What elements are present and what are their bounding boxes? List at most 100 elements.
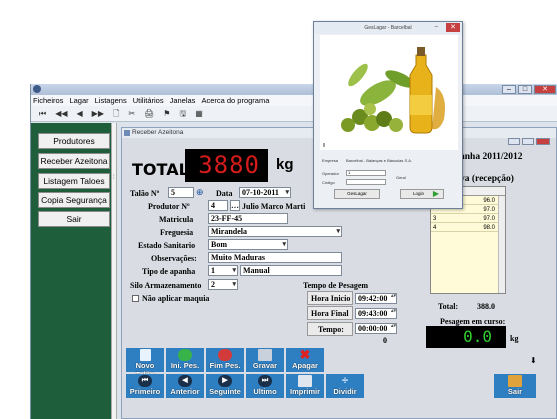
splitter[interactable]: ⁞	[111, 123, 117, 419]
estado-label: Estado Sanitario	[138, 241, 196, 250]
unit-label: kg	[276, 156, 294, 173]
tempo-pesagem-label: Tempo de Pesagem	[303, 281, 369, 290]
nav-produtores-button[interactable]: Produtores	[38, 133, 110, 149]
hora-final-field[interactable]: 09:43:00	[355, 308, 397, 319]
child-close-button[interactable]	[536, 138, 550, 145]
hora-inicio-field[interactable]: 09:42:00	[355, 293, 397, 304]
fim-pes-button[interactable]: Fim Pes.	[206, 348, 244, 372]
matricula-label: Matricula	[159, 215, 194, 224]
pesagem-unit: kg	[510, 334, 519, 343]
grid-scrollbar[interactable]	[498, 196, 505, 293]
grid-icon[interactable]: ▦	[195, 106, 203, 121]
left-nav: Produtores Receber Azeitona Listagem Tal…	[31, 123, 111, 419]
tempo-duracao-label: Tempo:	[318, 325, 344, 334]
cut-icon[interactable]: ✂	[128, 106, 135, 121]
menu-janelas[interactable]: Janelas	[170, 95, 196, 106]
nav-listagem-taloes-button[interactable]: Listagem Taloes	[38, 173, 110, 189]
operador-field[interactable]: 1	[346, 170, 386, 176]
empresa-label: Empresa	[322, 158, 339, 163]
row-value: 97.0	[483, 207, 495, 213]
dividir-label: Dividir	[333, 387, 357, 396]
new-document-icon	[139, 349, 151, 361]
first-icon: ⏮	[138, 375, 152, 387]
tempo-zero: 0	[383, 336, 387, 345]
last-record-icon[interactable]: ▶▶	[92, 106, 104, 121]
printer-icon	[298, 375, 312, 387]
ultimo-label: Ultimo	[253, 387, 277, 396]
seguinte-button[interactable]: ▶ Seguinte	[206, 374, 244, 398]
apagar-label: Apagar	[292, 361, 318, 370]
row-value: 98.0	[483, 225, 495, 231]
menu-acerca[interactable]: Acerca do programa	[201, 95, 269, 106]
data-field[interactable]: 07-10-2011	[239, 187, 291, 198]
produtor-field[interactable]: 4	[208, 200, 228, 211]
geslagar-button[interactable]: GesLagar	[334, 189, 380, 199]
login-label: Login	[413, 191, 425, 196]
ini-pes-button[interactable]: Ini. Pes.	[166, 348, 204, 372]
dialog-minimize-button[interactable]: –	[435, 23, 438, 32]
nav-sair-button[interactable]: Sair	[38, 211, 110, 227]
table-row[interactable]: 3 97.0	[431, 215, 505, 223]
talao-label: Talão Nº	[130, 189, 160, 198]
produtor-lookup-button[interactable]: …	[230, 200, 240, 211]
apagar-button[interactable]: ✖ Apagar	[286, 348, 324, 372]
start-weighing-icon	[178, 349, 192, 361]
tipo-apanha-select[interactable]: 1	[208, 265, 238, 276]
nav-copia-seguranca-button[interactable]: Copia Segurança	[38, 192, 110, 208]
menu-ficheiros[interactable]: Ficheiros	[33, 95, 63, 106]
flag-icon[interactable]: ⚑	[163, 106, 170, 121]
recepcao-label: va (recepção)	[460, 174, 514, 184]
codigo-field[interactable]	[346, 179, 386, 185]
login-dialog: GesLagar - Barcelbal – ✕ Empresa Barcelb…	[313, 21, 463, 209]
geral-label: Geral	[396, 175, 406, 180]
nao-aplicar-label: Não aplicar maquia	[142, 294, 210, 303]
previous-record-icon[interactable]: ◀	[77, 106, 83, 121]
talao-field[interactable]: 5	[168, 187, 194, 198]
nao-aplicar-checkbox[interactable]	[132, 295, 139, 302]
close-button[interactable]: ✕	[534, 85, 556, 94]
child-minimize-button[interactable]	[508, 138, 520, 145]
dialog-close-button[interactable]: ✕	[446, 23, 460, 32]
gravar-label: Gravar	[252, 361, 278, 370]
ultimo-button[interactable]: ⏭ Ultimo	[246, 374, 284, 398]
olive-oil-illustration	[323, 47, 445, 147]
estado-select[interactable]: Bom	[208, 239, 288, 250]
first-record-icon[interactable]: ⏮	[39, 106, 46, 121]
exit-door-icon	[508, 375, 522, 387]
sair-button[interactable]: Sair	[494, 374, 536, 398]
print-icon[interactable]: 🖨	[144, 106, 154, 121]
dividir-button[interactable]: ÷ Dividir	[326, 374, 364, 398]
save-icon[interactable]: 🖫	[179, 106, 186, 121]
anterior-button[interactable]: ◀ Anterior	[166, 374, 204, 398]
gravar-button[interactable]: Gravar	[246, 348, 284, 372]
login-button[interactable]: Login ▶	[400, 189, 444, 199]
menu-listagens[interactable]: Listagens	[95, 95, 127, 106]
imprimir-button[interactable]: Imprimir	[286, 374, 324, 398]
freguesia-select[interactable]: Mirandela	[208, 226, 342, 237]
menu-utilitarios[interactable]: Utilitários	[133, 95, 164, 106]
child-maximize-button[interactable]	[522, 138, 534, 145]
anterior-label: Anterior	[170, 387, 200, 396]
observacoes-field[interactable]: Muito Maduras	[208, 252, 342, 263]
table-row[interactable]: 4 98.0	[431, 224, 505, 232]
tipo-apanha-field[interactable]: Manual	[240, 265, 342, 276]
tempo-duracao-field[interactable]: 00:00:00	[355, 323, 397, 334]
silo-select[interactable]: 2	[208, 279, 238, 290]
nav-receber-azeitona-button[interactable]: Receber Azeitona	[38, 153, 110, 169]
dialog-title: GesLagar - Barcelbal	[364, 25, 412, 31]
pesagem-display: 0.0	[426, 326, 506, 348]
window-controls: – □ ✕	[502, 85, 556, 94]
ini-pes-label: Ini. Pes.	[170, 361, 200, 370]
new-document-icon[interactable]: 🗋	[113, 106, 119, 121]
primeiro-button[interactable]: ⏮ Primeiro	[126, 374, 164, 398]
menu-lagar[interactable]: Lagar	[69, 95, 88, 106]
novo-talao-button[interactable]: Novo Talão	[126, 348, 164, 379]
empresa-value: Barcelbal - Balanças e Básculas S.A.	[346, 158, 413, 163]
toolbar: ⏮ ◀◀ ◀ ▶▶ 🗋 ✂ 🖨 ⚑ 🖫 ▦	[31, 106, 557, 122]
maximize-button[interactable]: □	[518, 85, 532, 94]
previous-page-icon[interactable]: ◀◀	[55, 106, 67, 121]
matricula-field[interactable]: 23-FF-45	[208, 213, 288, 224]
row-value: 97.0	[483, 216, 495, 222]
binoculars-icon[interactable]: ⊕	[196, 187, 204, 198]
minimize-button[interactable]: –	[502, 85, 516, 94]
